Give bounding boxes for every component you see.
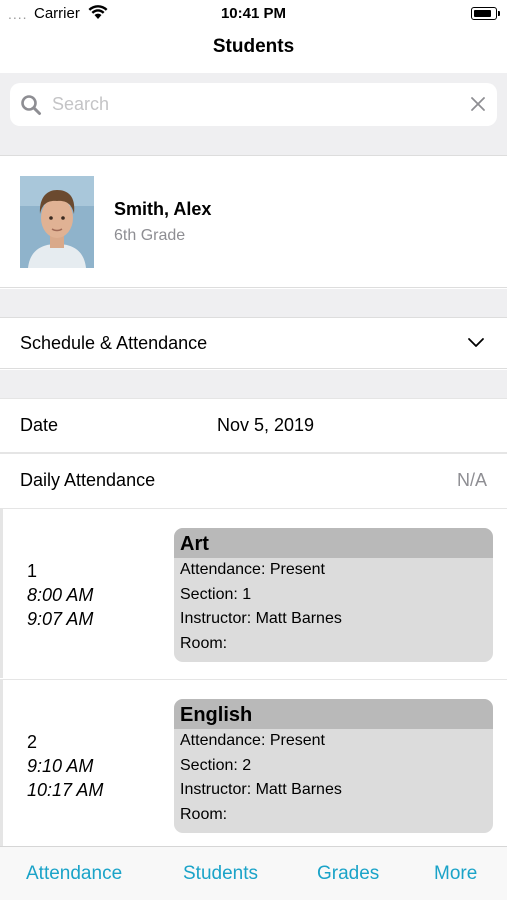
clear-search-icon[interactable] xyxy=(469,95,487,113)
period-end-time: 10:17 AM xyxy=(27,780,104,800)
tab-bar: Attendance Students Grades More xyxy=(0,846,507,900)
status-time: 10:41 PM xyxy=(220,5,287,22)
class-room: Room: xyxy=(180,634,228,652)
daily-attendance-row: Daily Attendance N/A xyxy=(0,452,507,506)
search-icon xyxy=(21,95,41,115)
class-card[interactable]: English Attendance: Present Section: 2 I… xyxy=(174,699,493,833)
period-row[interactable]: 1 8:00 AM 9:07 AM Art Attendance: Presen… xyxy=(0,508,507,678)
daily-attendance-label: Daily Attendance xyxy=(20,470,156,490)
status-bar: .... Carrier 10:41 PM xyxy=(0,0,507,28)
class-instructor: Instructor: Matt Barnes xyxy=(180,610,342,627)
search-bar-container xyxy=(0,73,507,135)
period-row[interactable]: 2 9:10 AM 10:17 AM English Attendance: P… xyxy=(0,679,507,849)
date-label: Date xyxy=(20,415,59,435)
tab-students[interactable]: Students xyxy=(183,863,258,885)
period-end-time: 9:07 AM xyxy=(27,609,94,629)
class-section: Section: 2 xyxy=(180,756,252,774)
search-box[interactable] xyxy=(10,83,497,126)
student-grade: 6th Grade xyxy=(114,227,186,244)
date-row[interactable]: Date Nov 5, 2019 xyxy=(0,398,507,452)
student-card[interactable]: Smith, Alex 6th Grade xyxy=(0,155,507,288)
tab-more[interactable]: More xyxy=(434,863,477,885)
class-title-bar: English xyxy=(174,699,493,729)
period-number: 2 xyxy=(27,732,38,752)
class-title-bar: Art xyxy=(174,528,493,558)
daily-attendance-value: N/A xyxy=(456,470,487,490)
page-title: Students xyxy=(212,36,295,57)
date-value[interactable]: Nov 5, 2019 xyxy=(217,415,314,436)
class-attendance: Attendance: Present xyxy=(180,732,325,749)
section-label: Schedule & Attendance xyxy=(20,333,208,353)
class-room: Room: xyxy=(180,805,228,823)
class-instructor: Instructor: Matt Barnes xyxy=(180,781,342,798)
student-photo xyxy=(20,176,94,268)
class-card[interactable]: Art Attendance: Present Section: 1 Instr… xyxy=(174,528,493,662)
class-attendance: Attendance: Present xyxy=(180,561,325,578)
class-title: Art xyxy=(180,533,209,555)
tab-attendance[interactable]: Attendance xyxy=(26,863,122,885)
schedule-attendance-section[interactable]: Schedule & Attendance xyxy=(0,317,507,369)
battery-icon xyxy=(471,7,500,20)
search-input[interactable] xyxy=(52,83,452,126)
class-title: English xyxy=(180,704,253,726)
period-start-time: 9:10 AM xyxy=(27,756,94,776)
group-separator xyxy=(0,370,507,398)
period-start-time: 8:00 AM xyxy=(27,585,94,605)
group-separator xyxy=(0,135,507,155)
class-section: Section: 1 xyxy=(180,585,252,603)
period-number: 1 xyxy=(27,561,38,581)
group-separator xyxy=(0,289,507,317)
student-name: Smith, Alex xyxy=(114,199,212,219)
tab-grades[interactable]: Grades xyxy=(317,863,379,885)
chevron-down-icon[interactable] xyxy=(467,336,485,350)
